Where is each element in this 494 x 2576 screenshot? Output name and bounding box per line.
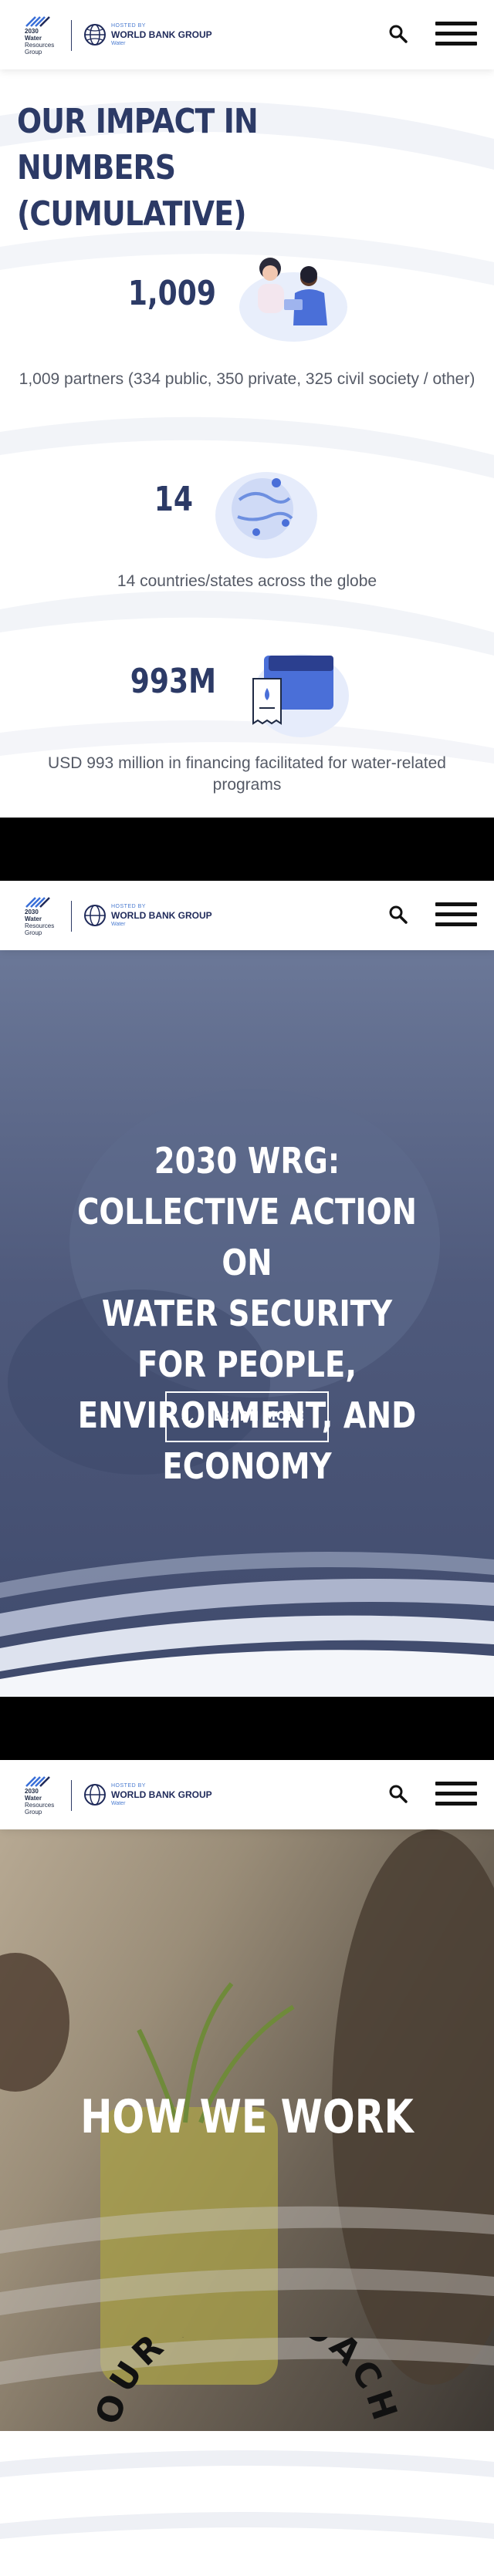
search-icon xyxy=(389,1785,408,1803)
site-header: 2030 Water Resources Group HOSTED BY WOR… xyxy=(0,881,494,950)
logo-text-2: Water xyxy=(25,915,42,922)
logo-text-3: Resources xyxy=(25,922,55,929)
impact-screen: 2030 Water Resources Group HOSTED BY WOR… xyxy=(0,0,494,818)
org-name: WORLD BANK GROUP xyxy=(111,1789,212,1800)
logo-text-2: Water xyxy=(25,35,42,42)
wrg-logo-mark xyxy=(25,16,50,27)
logo-text-4: Group xyxy=(25,1809,42,1816)
wrg-logo[interactable]: 2030 Water Resources Group xyxy=(25,1775,62,1816)
learn-more-label: LEARN MORE xyxy=(213,1409,306,1425)
hero-title-line4: ECONOMY xyxy=(162,1445,332,1487)
org-sub: Water xyxy=(111,1801,126,1806)
learn-more-button[interactable]: LEARN MORE xyxy=(165,1391,329,1442)
org-name: WORLD BANK GROUP xyxy=(111,910,212,921)
stat-value-countries: 14 xyxy=(154,480,193,519)
hosted-by-label: HOSTED BY xyxy=(111,1783,146,1789)
globe-logo-icon xyxy=(84,1784,106,1806)
impact-title-line1: OUR IMPACT IN NUMBERS xyxy=(17,102,259,187)
svg-text:OUR APPROACH: OUR APPROACH xyxy=(93,2337,401,2429)
org-sub: Water xyxy=(111,41,126,46)
logo-text-3: Resources xyxy=(25,1802,55,1809)
search-button[interactable] xyxy=(387,904,409,926)
globe-illustration-icon xyxy=(215,472,317,558)
hosted-by-label: HOSTED BY xyxy=(111,904,146,909)
search-icon xyxy=(389,25,408,43)
how-we-work-title: HOW WE WORK xyxy=(80,2090,414,2144)
stat-desc-partners: 1,009 partners (334 public, 350 private,… xyxy=(19,370,475,388)
wrg-logo[interactable]: 2030 Water Resources Group xyxy=(25,896,62,936)
hero-screen: 2030 Water Resources Group HOSTED BY WOR… xyxy=(0,881,494,1697)
our-approach-arc: OUR APPROACH xyxy=(93,2337,401,2429)
hero-title-line2: WATER SECURITY xyxy=(101,1293,393,1334)
wrg-logo[interactable]: 2030 Water Resources Group xyxy=(25,15,62,56)
logo-text-4: Group xyxy=(25,929,42,936)
logo-divider xyxy=(71,1780,72,1811)
globe-logo-icon xyxy=(84,24,106,46)
hamburger-icon xyxy=(435,1782,477,1785)
globe-logo-icon xyxy=(84,905,106,926)
our-approach-text: OUR APPROACH xyxy=(93,2337,401,2429)
logo-text-2: Water xyxy=(25,1795,42,1802)
stat-desc-countries: 14 countries/states across the globe xyxy=(117,572,377,590)
search-icon xyxy=(389,905,408,924)
impact-title: OUR IMPACT IN NUMBERS (CUMULATIVE) xyxy=(17,99,349,238)
search-button[interactable] xyxy=(387,1783,409,1805)
logo-text-1: 2030 xyxy=(25,1788,39,1795)
wrg-logo-mark xyxy=(25,897,50,908)
logo-text-1: 2030 xyxy=(25,909,39,915)
logo-text-1: 2030 xyxy=(25,28,39,35)
partners-illustration-icon xyxy=(239,258,347,342)
logo-text-3: Resources xyxy=(25,42,55,49)
logo-text-4: Group xyxy=(25,49,42,56)
hamburger-icon xyxy=(435,22,477,25)
site-header: 2030 Water Resources Group HOSTED BY WOR… xyxy=(0,0,494,69)
wrg-logo-mark xyxy=(25,1776,50,1787)
menu-button[interactable] xyxy=(435,1782,477,1808)
search-button[interactable] xyxy=(387,23,409,45)
menu-button[interactable] xyxy=(435,22,477,48)
stat-value-financing: 993M xyxy=(130,662,216,701)
hamburger-icon xyxy=(435,902,477,906)
impact-title-line2: (CUMULATIVE) xyxy=(17,194,246,234)
stat-value-partners: 1,009 xyxy=(127,274,216,313)
hero-title-line1: 2030 WRG: COLLECTIVE ACTION ON xyxy=(77,1140,417,1283)
org-name: WORLD BANK GROUP xyxy=(111,29,212,40)
stat-desc-financing: USD 993 million in financing facilitated… xyxy=(48,754,446,794)
wallet-illustration-icon xyxy=(252,654,349,737)
site-header: 2030 Water Resources Group HOSTED BY WOR… xyxy=(0,1760,494,1829)
org-sub: Water xyxy=(111,922,126,927)
menu-button[interactable] xyxy=(435,902,477,929)
arrow-down-icon xyxy=(181,1409,194,1425)
logo-divider xyxy=(71,901,72,932)
hosted-by-label: HOSTED BY xyxy=(111,23,146,29)
logo-divider xyxy=(71,20,72,51)
